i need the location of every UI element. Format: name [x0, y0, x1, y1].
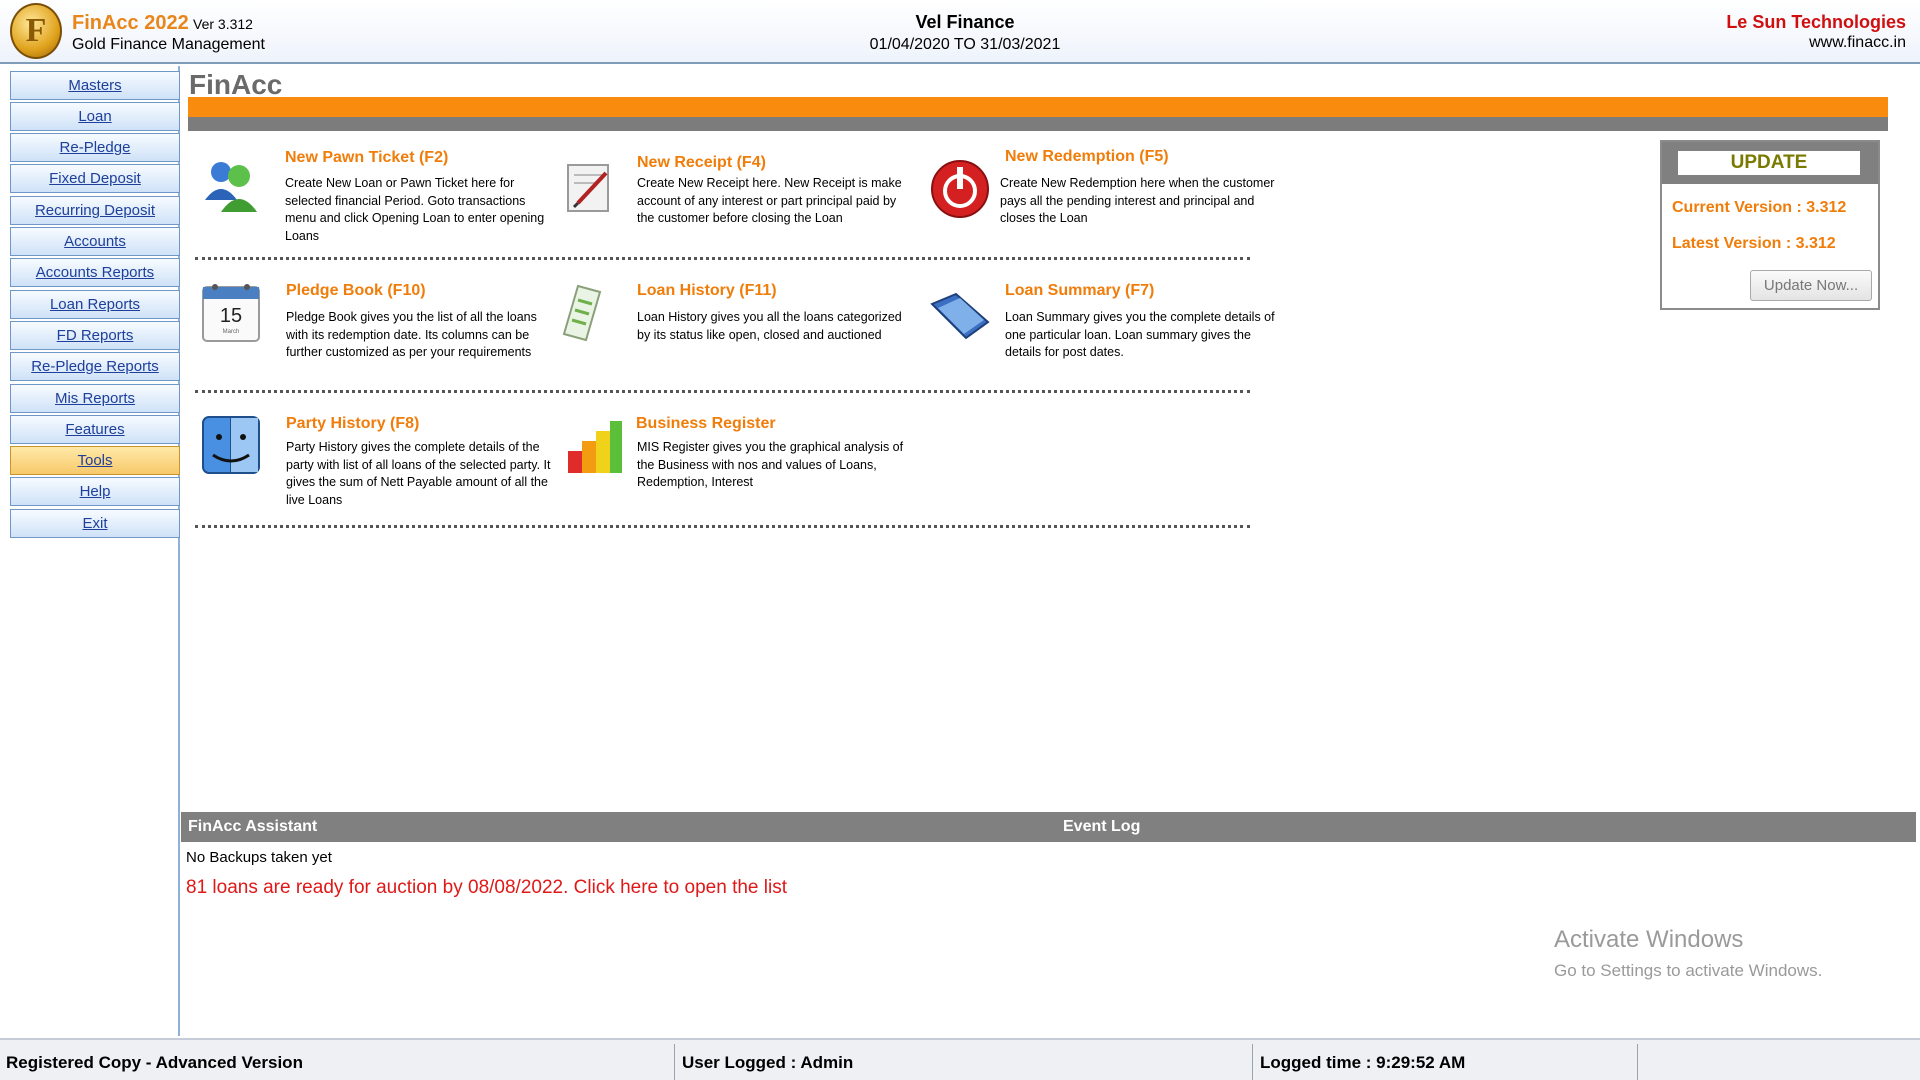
current-version: Current Version : 3.312	[1672, 199, 1847, 216]
sidebar-item-masters[interactable]: Masters	[10, 71, 180, 100]
event-log-title: Event Log	[1063, 818, 1141, 835]
sidebar-item-mis-reports[interactable]: Mis Reports	[10, 384, 180, 413]
party-history-description: Party History gives the complete details…	[286, 440, 551, 507]
assistant-header-bar	[181, 812, 1916, 842]
power-icon[interactable]	[926, 155, 994, 223]
calendar-icon[interactable]: 15 March	[197, 279, 265, 347]
sidebar-item-fd-reports[interactable]: FD Reports	[10, 321, 180, 350]
sidebar-item-re-pledge-reports[interactable]: Re-Pledge Reports	[10, 352, 180, 381]
loan-history-description: Loan History gives you all the loans cat…	[637, 310, 902, 342]
new-pawn-ticket-link[interactable]: New Pawn Ticket (F2)	[285, 149, 448, 167]
update-panel: UPDATE Current Version : 3.312 Latest Ve…	[1660, 140, 1880, 310]
row-divider	[195, 257, 1250, 260]
sidebar-item-exit[interactable]: Exit	[10, 509, 180, 538]
app-title: FinAcc 2022	[72, 12, 189, 34]
loan-summary-link[interactable]: Loan Summary (F7)	[1005, 282, 1154, 300]
update-title: UPDATE	[1678, 151, 1860, 175]
bar-chart-icon[interactable]	[560, 415, 628, 483]
new-redemption-description: Create New Redemption here when the cust…	[1000, 176, 1275, 225]
row-divider	[195, 525, 1250, 528]
row-divider	[195, 390, 1250, 393]
new-receipt-description: Create New Receipt here. New Receipt is …	[637, 176, 902, 225]
vendor-name: Le Sun Technologies	[1726, 12, 1906, 32]
new-redemption-link[interactable]: New Redemption (F5)	[1005, 148, 1169, 166]
calendar-month: March	[223, 329, 240, 335]
sidebar-item-accounts-reports[interactable]: Accounts Reports	[10, 258, 180, 287]
app-header: F FinAcc 2022 Ver 3.312 Gold Finance Man…	[0, 0, 1920, 64]
sidebar: Masters Loan Re-Pledge Fixed Deposit Rec…	[5, 66, 180, 1036]
orange-divider	[188, 97, 1888, 117]
new-receipt-link[interactable]: New Receipt (F4)	[637, 154, 766, 172]
pledge-book-link[interactable]: Pledge Book (F10)	[286, 282, 426, 300]
sidebar-item-re-pledge[interactable]: Re-Pledge	[10, 133, 180, 162]
logged-time-status: Logged time : 9:29:52 AM	[1254, 1044, 1638, 1080]
users-icon[interactable]	[197, 152, 265, 220]
user-logged-status: User Logged : Admin	[676, 1044, 1253, 1080]
loan-summary-description: Loan Summary gives you the complete deta…	[1005, 310, 1275, 359]
sidebar-item-help[interactable]: Help	[10, 477, 180, 506]
assistant-title: FinAcc Assistant	[188, 818, 318, 835]
update-now-button[interactable]: Update Now...	[1750, 270, 1872, 301]
financial-period: 01/04/2020 TO 31/03/2021	[869, 36, 1061, 53]
activate-windows-title: Activate Windows	[1554, 926, 1744, 953]
vendor-url[interactable]: www.finacc.in	[1809, 34, 1906, 52]
sidebar-item-tools[interactable]: Tools	[10, 446, 180, 475]
app-subtitle: Gold Finance Management	[72, 36, 265, 53]
app-version: Ver 3.312	[193, 16, 253, 32]
calendar-day: 15	[220, 305, 242, 327]
status-extra	[1639, 1044, 1920, 1080]
auction-list-link[interactable]: 81 loans are ready for auction by 08/08/…	[186, 877, 787, 899]
sidebar-item-loan[interactable]: Loan	[10, 102, 180, 131]
backup-message: No Backups taken yet	[186, 849, 332, 866]
loan-history-link[interactable]: Loan History (F11)	[637, 282, 777, 300]
folder-icon[interactable]	[926, 282, 994, 350]
sidebar-item-loan-reports[interactable]: Loan Reports	[10, 290, 180, 319]
new-pawn-ticket-description: Create New Loan or Pawn Ticket here for …	[285, 176, 545, 243]
status-bar: Registered Copy - Advanced Version User …	[0, 1038, 1920, 1080]
sidebar-item-accounts[interactable]: Accounts	[10, 227, 180, 256]
sidebar-item-features[interactable]: Features	[10, 415, 180, 444]
notepad-icon[interactable]	[548, 278, 616, 346]
pledge-book-description: Pledge Book gives you the list of all th…	[286, 310, 537, 359]
app-window: F FinAcc 2022 Ver 3.312 Gold Finance Man…	[0, 0, 1920, 1080]
business-register-link[interactable]: Business Register	[636, 415, 776, 433]
sidebar-item-fixed-deposit[interactable]: Fixed Deposit	[10, 164, 180, 193]
latest-version: Latest Version : 3.312	[1672, 235, 1836, 252]
party-history-link[interactable]: Party History (F8)	[286, 415, 419, 433]
logo-letter: F	[25, 12, 47, 49]
registration-status: Registered Copy - Advanced Version	[0, 1044, 675, 1080]
finacc-logo: F	[10, 3, 62, 59]
company-name: Vel Finance	[915, 12, 1015, 32]
business-register-description: MIS Register gives you the graphical ana…	[637, 440, 904, 489]
receipt-pen-icon[interactable]	[556, 155, 624, 223]
activate-windows-subtitle: Go to Settings to activate Windows.	[1554, 961, 1823, 980]
finder-face-icon[interactable]	[197, 411, 265, 479]
grey-divider	[188, 117, 1888, 131]
sidebar-item-recurring-deposit[interactable]: Recurring Deposit	[10, 196, 180, 225]
